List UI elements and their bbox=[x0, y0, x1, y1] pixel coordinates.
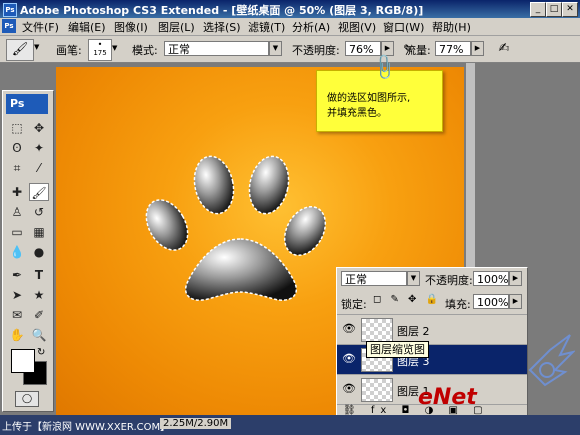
flow-input[interactable]: 77% bbox=[435, 41, 471, 56]
layer-opacity-input[interactable]: 100% bbox=[473, 271, 509, 286]
menu-layer[interactable]: 图层(L) bbox=[158, 19, 195, 35]
mode-dropdown-icon[interactable]: ▼ bbox=[269, 41, 282, 56]
magic-wand-icon[interactable]: ✦ bbox=[29, 139, 49, 157]
notes-tool-icon[interactable]: ✉ bbox=[7, 306, 27, 324]
preset-dropdown-icon[interactable]: ▼ bbox=[34, 43, 44, 53]
minimize-button[interactable]: _ bbox=[530, 2, 546, 17]
toolbox-logo: Ps bbox=[6, 94, 48, 114]
layer-thumbnail-tooltip: 图层缩览图 bbox=[366, 341, 429, 358]
visibility-eye-icon[interactable]: 👁 bbox=[341, 351, 357, 367]
paw-main-pad bbox=[185, 238, 297, 301]
dodge-tool-icon[interactable]: ● bbox=[29, 243, 49, 261]
fill-slider-button[interactable]: ▶ bbox=[509, 294, 522, 309]
window-title: Adobe Photoshop CS3 Extended - [壁纸桌面 @ 5… bbox=[20, 4, 424, 17]
layer-thumbnail[interactable] bbox=[361, 318, 393, 342]
blur-tool-icon[interactable]: 💧 bbox=[7, 243, 27, 261]
close-button[interactable]: ✕ bbox=[562, 2, 578, 17]
blend-mode-select[interactable]: 正常 bbox=[341, 271, 407, 286]
mode-select[interactable]: 正常 bbox=[164, 41, 269, 56]
crop-tool-icon[interactable]: ⌗ bbox=[7, 159, 27, 177]
menu-window[interactable]: 窗口(W) bbox=[383, 19, 424, 35]
shape-tool-icon[interactable]: ★ bbox=[29, 286, 49, 304]
brush-dropdown-icon[interactable]: ▼ bbox=[112, 44, 117, 52]
visibility-eye-icon[interactable]: 👁 bbox=[341, 381, 357, 397]
eyedropper-icon[interactable]: ⁄ bbox=[29, 159, 49, 177]
brush-dot-icon: • bbox=[97, 40, 103, 49]
lasso-tool-icon[interactable]: ʘ bbox=[7, 139, 27, 157]
quick-mask-icon[interactable]: ◯ bbox=[15, 391, 39, 407]
layer-opacity-slider-button[interactable]: ▶ bbox=[509, 271, 522, 286]
brush-tool-preset-icon[interactable]: 🖌 bbox=[6, 39, 34, 61]
swap-colors-icon[interactable]: ↻ bbox=[37, 347, 45, 358]
eraser-icon[interactable]: ▭ bbox=[7, 223, 27, 241]
ps-menu-icon[interactable]: Ps bbox=[2, 19, 16, 33]
title-bar: Ps Adobe Photoshop CS3 Extended - [壁纸桌面 … bbox=[0, 0, 580, 18]
blend-mode-dropdown-icon[interactable]: ▼ bbox=[407, 271, 420, 286]
history-brush-icon[interactable]: ↺ bbox=[29, 203, 49, 221]
eyedropper-sample-icon[interactable]: ✐ bbox=[29, 306, 49, 324]
airbrush-icon[interactable]: ✍ bbox=[494, 39, 514, 59]
upload-caption: 上传于【新浪网 WWW.XXER.COM】 bbox=[2, 422, 171, 433]
lock-icons[interactable]: ◻ ✎ ✥ 🔒 bbox=[373, 294, 441, 305]
document-size: 2.25M/2.90M bbox=[160, 418, 232, 429]
menu-file[interactable]: 文件(F) bbox=[22, 19, 59, 35]
toolbox: Ps ⬚ ✥ ʘ ✦ ⌗ ⁄ ✚ 🖌 ♙ ↺ ▭ ▦ 💧 ● ✒ T ➤ ★ ✉… bbox=[2, 90, 54, 412]
move-tool-icon[interactable]: ✥ bbox=[29, 119, 49, 137]
menu-view[interactable]: 视图(V) bbox=[338, 19, 376, 35]
layer-name: 图层 2 bbox=[397, 325, 430, 338]
path-selection-icon[interactable]: ➤ bbox=[7, 286, 27, 304]
menu-bar: Ps 文件(F) 编辑(E) 图像(I) 图层(L) 选择(S) 滤镜(T) 分… bbox=[0, 18, 580, 36]
clone-stamp-icon[interactable]: ♙ bbox=[7, 203, 27, 221]
menu-filter[interactable]: 滤镜(T) bbox=[248, 19, 285, 35]
paw-toe-right bbox=[283, 206, 327, 256]
paw-toe-middle-right bbox=[248, 155, 290, 215]
paw-toe-left bbox=[145, 199, 189, 251]
winged-logo-icon bbox=[525, 330, 577, 390]
marquee-tool-icon[interactable]: ⬚ bbox=[7, 119, 27, 137]
brush-size-value: 175 bbox=[93, 49, 107, 57]
flow-label: 流量: bbox=[405, 44, 431, 57]
brush-label: 画笔: bbox=[56, 44, 82, 57]
healing-brush-icon[interactable]: ✚ bbox=[7, 183, 27, 201]
paw-toe-middle-left bbox=[193, 155, 235, 215]
layer-opacity-label: 不透明度: bbox=[425, 274, 473, 287]
zoom-tool-icon[interactable]: 🔍 bbox=[29, 326, 49, 344]
type-tool-icon[interactable]: T bbox=[29, 266, 49, 284]
brush-tool-icon[interactable]: 🖌 bbox=[29, 183, 49, 201]
lock-label: 锁定: bbox=[341, 298, 367, 311]
maximize-button[interactable]: □ bbox=[546, 2, 562, 17]
pen-tool-icon[interactable]: ✒ bbox=[7, 266, 27, 284]
menu-image[interactable]: 图像(I) bbox=[114, 19, 148, 35]
menu-help[interactable]: 帮助(H) bbox=[432, 19, 471, 35]
gradient-tool-icon[interactable]: ▦ bbox=[29, 223, 49, 241]
flow-slider-button[interactable]: ▶ bbox=[471, 41, 484, 56]
site-watermark: eNet bbox=[418, 385, 477, 410]
brush-size-picker[interactable]: • 175 bbox=[88, 39, 112, 61]
note-text: 做的选区如图所示, 并填充黑色。 bbox=[327, 91, 410, 121]
app-icon: Ps bbox=[3, 3, 17, 17]
foreground-color-swatch[interactable] bbox=[11, 349, 35, 373]
menu-analysis[interactable]: 分析(A) bbox=[292, 19, 330, 35]
menu-select[interactable]: 选择(S) bbox=[203, 19, 241, 35]
visibility-eye-icon[interactable]: 👁 bbox=[341, 321, 357, 337]
menu-edit[interactable]: 编辑(E) bbox=[68, 19, 106, 35]
opacity-input[interactable]: 76% bbox=[345, 41, 381, 56]
fill-label: 填充: bbox=[445, 298, 471, 311]
status-bar: 上传于【新浪网 WWW.XXER.COM】 2.25M/2.90M bbox=[0, 415, 580, 435]
fill-input[interactable]: 100% bbox=[473, 294, 509, 309]
mode-label: 模式: bbox=[132, 44, 158, 57]
hand-tool-icon[interactable]: ✋ bbox=[7, 326, 27, 344]
note-line-2: 并填充黑色。 bbox=[327, 108, 387, 119]
note-line-1: 做的选区如图所示, bbox=[327, 93, 411, 104]
layer-thumbnail[interactable] bbox=[361, 378, 393, 402]
opacity-label: 不透明度: bbox=[292, 44, 340, 57]
instruction-note: 📎 做的选区如图所示, 并填充黑色。 bbox=[316, 52, 443, 132]
options-bar: 🖌 ▼ 画笔: • 175 ▼ 模式: 正常 ▼ 不透明度: 76% ▶ ✎ 流… bbox=[0, 36, 580, 63]
